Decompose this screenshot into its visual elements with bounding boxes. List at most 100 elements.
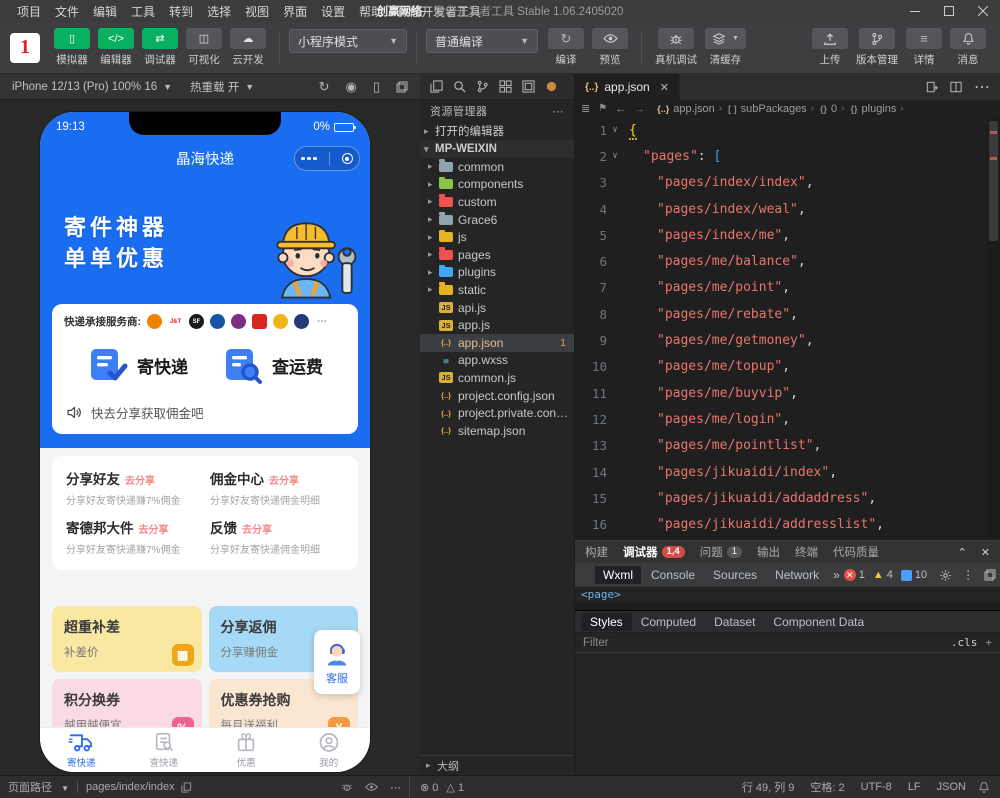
- info-count[interactable]: 10: [901, 569, 927, 581]
- toolbar-mode-button[interactable]: ▯ 模拟器: [54, 28, 90, 67]
- check-freight-button[interactable]: 查运费: [222, 345, 323, 385]
- style-tab[interactable]: Computed: [632, 613, 705, 631]
- devtools-tab[interactable]: Sources: [705, 566, 765, 584]
- share-item[interactable]: 佣金中心去分享 分享好友寄快递佣金明细: [210, 468, 344, 507]
- breadcrumb-item[interactable]: {} plugins ›: [851, 103, 904, 115]
- panel-tab[interactable]: 问题 1: [700, 544, 742, 560]
- tree-item[interactable]: ▸ custom: [420, 193, 574, 211]
- menu-item[interactable]: 编辑: [86, 3, 124, 20]
- tree-item[interactable]: ▸ pages: [420, 246, 574, 264]
- tree-item[interactable]: {..} sitemap.json: [420, 422, 574, 440]
- problems-summary[interactable]: ⊗ 0 △ 1: [410, 781, 474, 794]
- close-panel-icon[interactable]: ✕: [981, 546, 990, 559]
- wxml-element-tree[interactable]: <page>: [575, 588, 1000, 601]
- project-root[interactable]: ▾ MP-WEIXIN: [420, 140, 574, 158]
- preview-button[interactable]: 预览: [592, 28, 628, 67]
- theme-icon[interactable]: [545, 80, 558, 93]
- more-couriers[interactable]: ⋯: [317, 316, 327, 327]
- status-item[interactable]: UTF-8: [861, 781, 892, 793]
- mode-select[interactable]: 小程序模式▼: [289, 29, 407, 53]
- tree-item[interactable]: JS api.js: [420, 299, 574, 317]
- menu-item[interactable]: 视图: [238, 3, 276, 20]
- upload-button[interactable]: 上传: [812, 28, 848, 67]
- more-actions-icon[interactable]: ⋯: [390, 781, 401, 794]
- share-item[interactable]: 反馈去分享 分享好友寄快递佣金明细: [210, 517, 344, 556]
- compile-mode-select[interactable]: 普通编译▼: [426, 29, 538, 53]
- menu-item[interactable]: 文件: [48, 3, 86, 20]
- warning-count[interactable]: ▲4: [873, 569, 893, 581]
- add-style-icon[interactable]: +: [985, 636, 992, 649]
- menu-item[interactable]: 选择: [200, 3, 238, 20]
- eye-icon[interactable]: [365, 782, 378, 792]
- bookmark-icon[interactable]: ⚑: [598, 103, 607, 114]
- status-item[interactable]: JSON: [937, 781, 966, 793]
- tab-coupons[interactable]: 优惠: [205, 728, 288, 772]
- forward-icon[interactable]: →: [634, 103, 645, 115]
- kebab-menu-icon[interactable]: ⋮: [962, 568, 974, 582]
- hot-reload-toggle[interactable]: 热重载 开▼: [190, 79, 254, 95]
- tree-item[interactable]: ▸ Grace6: [420, 211, 574, 229]
- panel-tab[interactable]: 终端: [795, 544, 818, 560]
- maximize-button[interactable]: [932, 0, 966, 22]
- capsule-menu[interactable]: [294, 146, 360, 171]
- more-icon[interactable]: [301, 157, 317, 161]
- announcement-bar[interactable]: 快去分享获取佣金吧: [64, 403, 346, 422]
- account-avatar[interactable]: 1: [10, 33, 40, 63]
- clear-cache-button[interactable]: ▼ 清缓存: [705, 28, 746, 67]
- notifications-bell-icon[interactable]: [978, 781, 990, 793]
- menu-item[interactable]: 转到: [162, 3, 200, 20]
- git-branch-icon[interactable]: [476, 80, 489, 93]
- open-editors-section[interactable]: ▸ 打开的编辑器: [420, 122, 574, 140]
- devtools-tab[interactable]: Wxml: [595, 566, 641, 584]
- tree-item[interactable]: JS common.js: [420, 369, 574, 387]
- breadcrumb-item[interactable]: {} 0 ›: [820, 103, 844, 115]
- promo-card[interactable]: 超重补差 补差价 ▦: [52, 606, 202, 672]
- panel-tab[interactable]: 代码质量: [833, 544, 879, 560]
- undock-icon[interactable]: [984, 569, 996, 581]
- tree-item[interactable]: {..} project.private.config.js...: [420, 404, 574, 422]
- version-control-button[interactable]: 版本管理: [856, 28, 898, 67]
- status-item[interactable]: 行 49, 列 9: [742, 779, 795, 795]
- devtools-tab[interactable]: Network: [767, 566, 827, 584]
- device-debug-button[interactable]: 真机调试: [655, 28, 697, 67]
- customer-service-button[interactable]: 客服: [314, 630, 360, 694]
- tree-item[interactable]: ▸ common: [420, 158, 574, 176]
- tree-item[interactable]: {..} project.config.json: [420, 387, 574, 405]
- more-tabs-icon[interactable]: »: [833, 568, 840, 582]
- tab-app-json[interactable]: {..} app.json ✕: [575, 74, 680, 100]
- files-icon[interactable]: [430, 80, 443, 93]
- tree-item[interactable]: {..} app.json 1: [420, 334, 574, 352]
- menu-item[interactable]: 项目: [10, 3, 48, 20]
- tree-item[interactable]: ▸ static: [420, 281, 574, 299]
- panel-splitter[interactable]: [575, 601, 1000, 611]
- filter-input[interactable]: [583, 637, 783, 649]
- toolbar-mode-button[interactable]: </> 编辑器: [98, 28, 134, 67]
- collapse-panel-icon[interactable]: ⌃: [958, 546, 967, 559]
- toolbar-mode-button[interactable]: ☁ 云开发: [230, 28, 266, 67]
- minimize-button[interactable]: [898, 0, 932, 22]
- more-actions-icon[interactable]: ⋯: [553, 105, 565, 118]
- cls-toggle[interactable]: .cls: [951, 636, 978, 649]
- outline-list-icon[interactable]: ≣: [581, 102, 590, 115]
- panel-tab[interactable]: 输出: [757, 544, 780, 560]
- toolbar-mode-button[interactable]: ⇄ 调试器: [142, 28, 178, 67]
- style-tab[interactable]: Styles: [581, 613, 632, 631]
- exit-icon[interactable]: [342, 153, 353, 164]
- tab-track-express[interactable]: 查快递: [123, 728, 206, 772]
- record-icon[interactable]: ◉: [346, 79, 357, 95]
- more-actions-icon[interactable]: ⋯: [974, 77, 990, 97]
- details-button[interactable]: ≡ 详情: [906, 28, 942, 67]
- panel-tab[interactable]: 构建: [585, 544, 608, 560]
- tree-item[interactable]: ▸ components: [420, 176, 574, 194]
- tree-item[interactable]: ≣ app.wxss: [420, 352, 574, 370]
- current-page-path[interactable]: pages/index/index: [86, 781, 175, 793]
- compile-button[interactable]: ↻ 编译: [548, 28, 584, 67]
- share-item[interactable]: 分享好友去分享 分享好友寄快递赚7%佣金: [66, 468, 200, 507]
- tree-item[interactable]: JS app.js: [420, 316, 574, 334]
- open-changes-icon[interactable]: [926, 81, 938, 93]
- menu-item[interactable]: 帮助: [352, 3, 390, 20]
- scrollbar[interactable]: [987, 117, 1000, 540]
- devtools-tab[interactable]: Console: [643, 566, 703, 584]
- tree-item[interactable]: ▸ js: [420, 228, 574, 246]
- close-tab-icon[interactable]: ✕: [660, 81, 669, 94]
